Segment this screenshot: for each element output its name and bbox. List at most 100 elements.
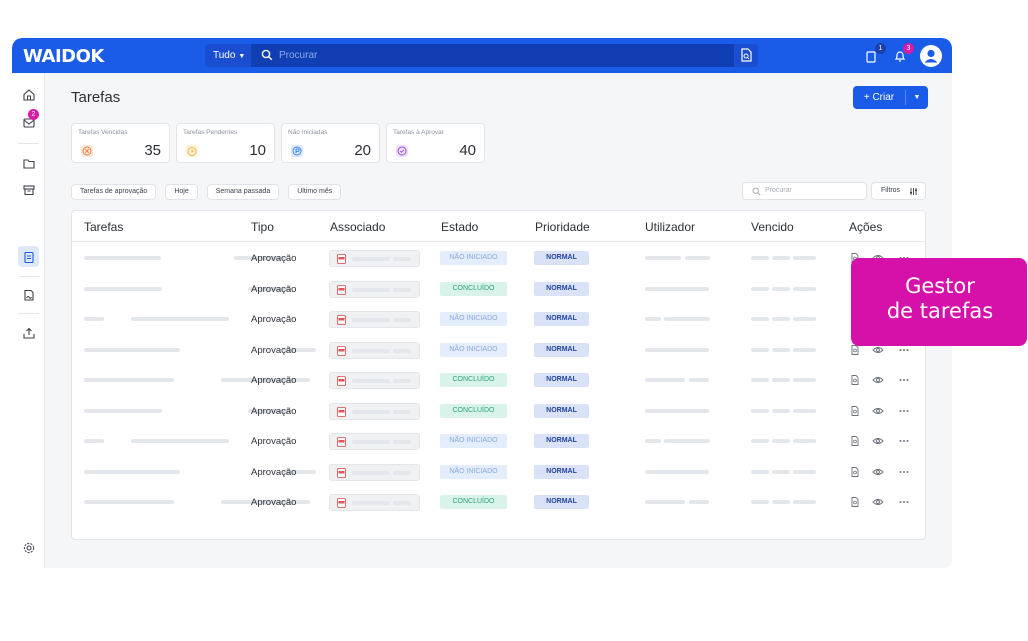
search-scope-dropdown[interactable]: Tudo ▼ bbox=[205, 44, 251, 67]
sidebar-item-signatures[interactable] bbox=[18, 284, 39, 305]
sidebar-item-archive[interactable] bbox=[18, 179, 39, 200]
status-badge: NÃO INICIADO bbox=[440, 434, 507, 448]
document-search-action[interactable] bbox=[849, 373, 861, 385]
associated-document[interactable] bbox=[329, 250, 420, 267]
column-header-vencido[interactable]: Vencido bbox=[751, 220, 794, 234]
kpi-card-overdue[interactable]: Tarefas Vencidas 35 bbox=[71, 123, 170, 163]
due-date-placeholder bbox=[772, 256, 790, 260]
associated-document[interactable] bbox=[329, 494, 420, 511]
document-search-button[interactable] bbox=[734, 44, 758, 67]
callout-line-2: de tarefas bbox=[886, 299, 994, 323]
view-action[interactable] bbox=[872, 404, 884, 416]
kpi-card-pending[interactable]: Tarefas Pendentes 10 bbox=[176, 123, 275, 163]
due-date-placeholder bbox=[793, 500, 816, 504]
due-date-placeholder bbox=[793, 347, 816, 352]
more-dots-icon bbox=[899, 409, 909, 412]
column-header-associado[interactable]: Associado bbox=[330, 220, 385, 234]
user-placeholder bbox=[689, 378, 709, 382]
table-search-input[interactable]: Procurar bbox=[742, 182, 867, 200]
column-header-prioridade[interactable]: Prioridade bbox=[535, 220, 590, 234]
column-header-tarefas[interactable]: Tarefas bbox=[84, 220, 123, 234]
table-row[interactable]: Aprovação CONCLUÍDO NORMAL bbox=[72, 274, 925, 304]
document-name-placeholder bbox=[393, 470, 411, 475]
associated-document[interactable] bbox=[329, 280, 420, 298]
create-button[interactable]: + Criar ▼ bbox=[853, 86, 928, 109]
sidebar-item-settings[interactable] bbox=[18, 537, 39, 558]
documents-notification-button[interactable]: 1 bbox=[864, 43, 886, 64]
divider bbox=[18, 276, 39, 277]
due-date-placeholder bbox=[772, 408, 790, 413]
kpi-value: 35 bbox=[144, 142, 161, 159]
filter-chip-last-week[interactable]: Semana passada bbox=[206, 184, 280, 200]
due-date-placeholder bbox=[751, 286, 769, 291]
task-name-placeholder bbox=[84, 439, 104, 443]
search-scope-label: Tudo bbox=[213, 50, 236, 61]
associated-document[interactable] bbox=[329, 341, 420, 359]
column-header-estado[interactable]: Estado bbox=[441, 220, 478, 234]
sidebar-item-home[interactable] bbox=[18, 84, 39, 105]
more-actions[interactable] bbox=[898, 404, 910, 416]
kpi-label: Tarefas à Aprovar bbox=[393, 129, 444, 136]
document-name-placeholder bbox=[352, 257, 390, 261]
document-name-placeholder bbox=[393, 501, 411, 505]
alerts-notification-button[interactable]: 3 bbox=[892, 43, 914, 64]
type-cell: Aprovação bbox=[251, 314, 297, 325]
sidebar-item-folders[interactable] bbox=[18, 152, 39, 173]
filters-button[interactable]: Filtros bbox=[871, 182, 926, 200]
kpi-card-to-approve[interactable]: Tarefas à Aprovar 40 bbox=[386, 123, 485, 163]
table-row[interactable]: Aprovação NÃO INICIADO NORMAL bbox=[72, 335, 925, 365]
column-header-tipo[interactable]: Tipo bbox=[251, 220, 274, 234]
associated-document[interactable] bbox=[329, 463, 420, 481]
more-actions[interactable] bbox=[898, 434, 910, 446]
sidebar-item-tasks[interactable] bbox=[18, 246, 39, 267]
table-row[interactable]: Aprovação NÃO INICIADO NORMAL bbox=[72, 426, 925, 456]
document-name-placeholder bbox=[352, 318, 390, 322]
kpi-card-not-started[interactable]: Não Iniciadas 20 bbox=[281, 123, 380, 163]
search-icon bbox=[752, 187, 761, 196]
user-placeholder bbox=[645, 378, 685, 382]
task-name-placeholder bbox=[84, 286, 162, 291]
priority-badge: NORMAL bbox=[534, 312, 589, 326]
document-search-action[interactable] bbox=[849, 495, 861, 507]
not-started-icon bbox=[291, 145, 303, 157]
more-dots-icon bbox=[899, 470, 909, 473]
more-actions[interactable] bbox=[898, 495, 910, 507]
column-header-utilizador[interactable]: Utilizador bbox=[645, 220, 695, 234]
task-name-placeholder bbox=[84, 317, 104, 321]
filter-chip-today[interactable]: Hoje bbox=[165, 184, 198, 200]
filter-chip-approval[interactable]: Tarefas de aprovação bbox=[71, 184, 157, 200]
table-row[interactable]: Aprovação CONCLUÍDO NORMAL bbox=[72, 396, 925, 426]
pdf-icon bbox=[337, 254, 346, 264]
avatar[interactable] bbox=[920, 45, 942, 67]
view-action[interactable] bbox=[872, 465, 884, 477]
document-search-action[interactable] bbox=[849, 465, 861, 477]
more-actions[interactable] bbox=[898, 373, 910, 385]
filter-chip-last-month[interactable]: Último mês bbox=[288, 184, 342, 200]
document-name-placeholder bbox=[352, 409, 390, 414]
view-action[interactable] bbox=[872, 434, 884, 446]
type-cell: Aprovação bbox=[251, 466, 297, 478]
table-row[interactable]: Aprovação CONCLUÍDO NORMAL bbox=[72, 365, 925, 395]
kpi-value: 40 bbox=[459, 142, 476, 159]
document-search-action[interactable] bbox=[849, 404, 861, 416]
table-row[interactable]: Aprovação NÃO INICIADO NORMAL bbox=[72, 457, 925, 487]
due-date-placeholder bbox=[772, 469, 790, 474]
due-date-placeholder bbox=[772, 378, 790, 382]
document-search-action[interactable] bbox=[849, 434, 861, 446]
view-action[interactable] bbox=[872, 495, 884, 507]
sidebar-item-upload[interactable] bbox=[18, 322, 39, 343]
associated-document[interactable] bbox=[329, 311, 420, 328]
view-action[interactable] bbox=[872, 373, 884, 385]
table-row[interactable]: Aprovação NÃO INICIADO NORMAL bbox=[72, 304, 925, 334]
associated-document[interactable] bbox=[329, 372, 420, 389]
more-dots-icon bbox=[899, 379, 909, 381]
divider bbox=[18, 143, 39, 144]
associated-document[interactable] bbox=[329, 433, 420, 450]
table-row[interactable]: Aprovação NÃO INICIADO NORMAL bbox=[72, 243, 925, 273]
sidebar-item-inbox[interactable]: 2 bbox=[18, 109, 39, 132]
table-row[interactable]: Aprovação CONCLUÍDO NORMAL bbox=[72, 487, 925, 517]
search-input[interactable]: Procurar bbox=[279, 50, 317, 61]
more-actions[interactable] bbox=[898, 465, 910, 477]
create-dropdown-button[interactable]: ▼ bbox=[906, 86, 928, 109]
associated-document[interactable] bbox=[329, 402, 420, 420]
